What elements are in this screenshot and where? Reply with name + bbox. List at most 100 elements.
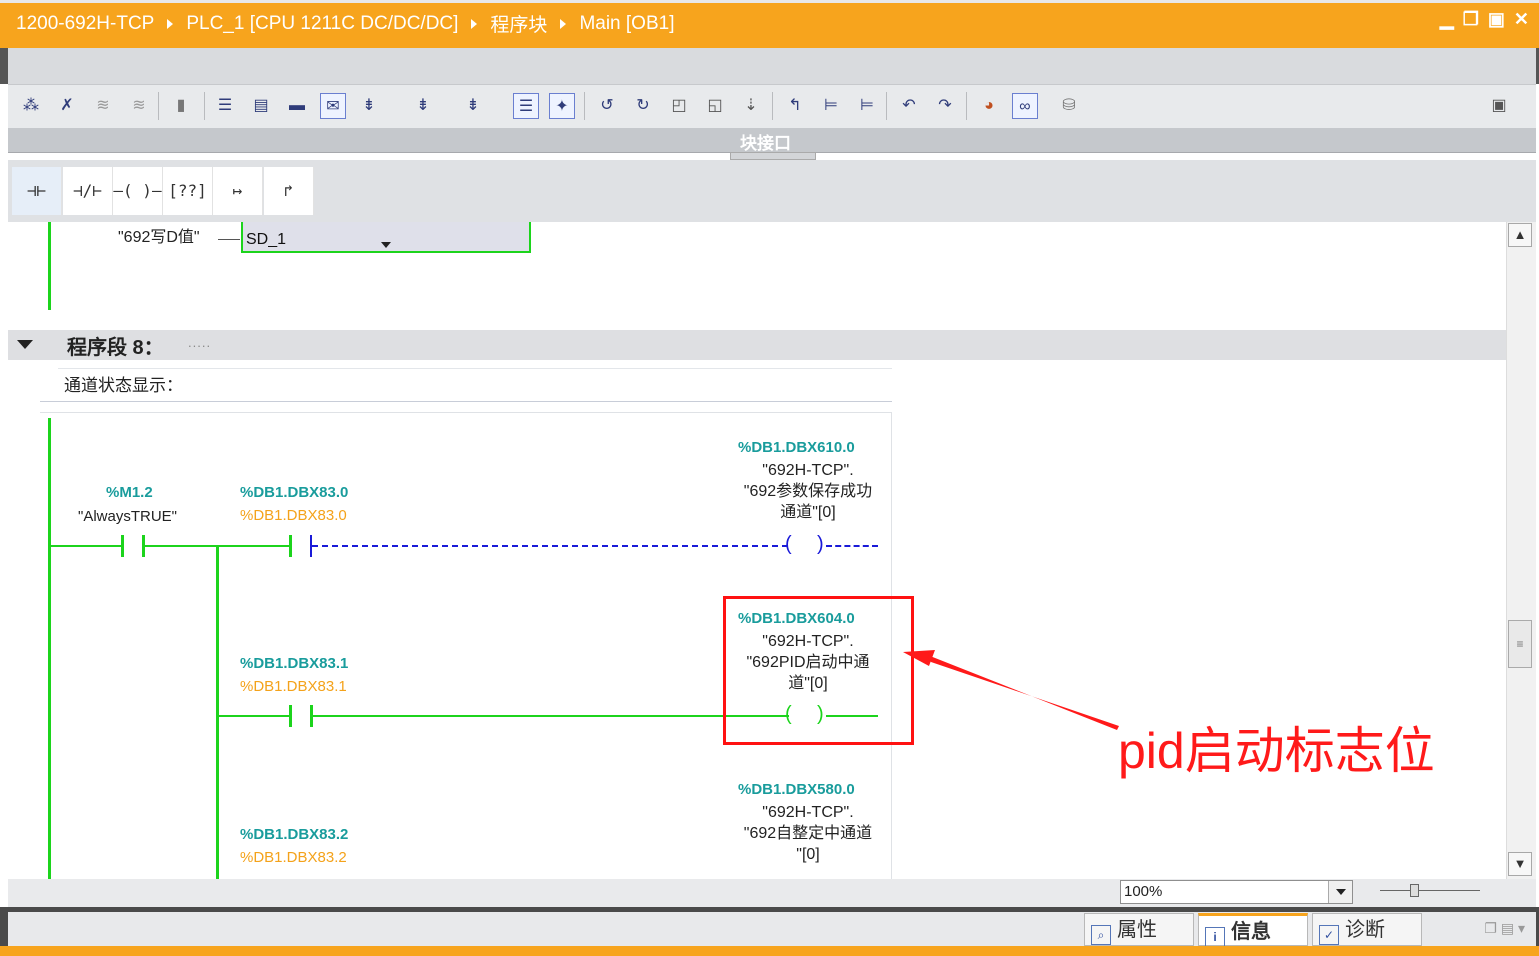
toolbar-separator xyxy=(772,92,773,120)
contact-symbol[interactable]: "AlwaysTRUE" xyxy=(78,506,177,527)
breakpoint-icon[interactable]: ⇣ xyxy=(738,93,764,119)
monitor-on-off-icon[interactable]: ∞ xyxy=(1012,93,1038,119)
network-title: 程序段 8： xyxy=(67,337,164,359)
contact-address[interactable]: %DB1.DBX83.0 xyxy=(240,484,348,501)
network-expand-icon[interactable]: ≋ xyxy=(126,93,152,119)
scroll-thumb[interactable]: ≡ xyxy=(1508,620,1532,668)
call-icon[interactable]: ⊨ xyxy=(818,93,844,119)
coil-address[interactable]: %DB1.DBX580.0 xyxy=(738,781,855,798)
view-icon[interactable]: ▬ xyxy=(284,93,310,119)
network-insert-icon[interactable]: ⁂ xyxy=(18,93,44,119)
panel-controls[interactable]: ❐ ▤ ▾ xyxy=(1484,920,1525,937)
info-icon: i xyxy=(1205,927,1225,947)
watch-icon[interactable]: ↶ xyxy=(896,93,922,119)
minimize-icon[interactable]: ▁ xyxy=(1440,9,1454,29)
outdent-icon[interactable]: ◱ xyxy=(702,93,728,119)
close-icon[interactable]: ✕ xyxy=(1514,9,1529,29)
toolbar-separator xyxy=(204,92,205,120)
editor-header-strip xyxy=(0,48,1539,84)
comment-icon[interactable]: ✉ xyxy=(320,93,346,119)
collapse-triangle-icon[interactable] xyxy=(17,340,33,349)
go-offline-icon[interactable]: ✦ xyxy=(549,93,575,119)
comment-divider xyxy=(58,368,892,369)
coil-symbol-line2: "692参数保存成功 xyxy=(743,483,873,500)
monitor-icon[interactable]: ⇟ xyxy=(410,93,436,119)
monitoring-icon[interactable]: ⊨ xyxy=(854,93,880,119)
vertical-scrollbar[interactable] xyxy=(1506,222,1536,879)
param-label: "692写D值" xyxy=(118,229,200,246)
contact-dbx831-left xyxy=(289,705,292,727)
block-interface-label[interactable]: 块接口 xyxy=(740,129,791,154)
zoom-dropdown-icon[interactable] xyxy=(1328,881,1352,903)
zoom-slider-knob[interactable] xyxy=(1410,884,1419,897)
bottom-accent-bar xyxy=(0,946,1539,956)
nc-contact-button[interactable]: ⊣/⊢ xyxy=(63,167,113,215)
breadcrumb-separator-icon xyxy=(167,18,174,29)
indent-icon[interactable]: ◰ xyxy=(666,93,692,119)
contact-address[interactable]: %M1.2 xyxy=(106,484,153,501)
step-icon[interactable]: ↰ xyxy=(782,93,808,119)
contact-dbx830-left xyxy=(289,535,292,557)
chevron-down-icon[interactable] xyxy=(381,242,391,248)
breadcrumb-main[interactable]: Main [OB1] xyxy=(579,13,674,35)
restore-icon[interactable]: ❐ xyxy=(1463,9,1479,29)
coil-symbol-line1: "692H-TCP". xyxy=(762,804,854,821)
network-delete-icon[interactable]: ✗ xyxy=(54,93,80,119)
left-power-rail xyxy=(48,418,51,879)
go-online-icon[interactable]: ☰ xyxy=(513,93,539,119)
breadcrumb-blocks[interactable]: 程序块 xyxy=(490,10,547,37)
tab-properties-label: 属性 xyxy=(1117,919,1157,941)
scroll-up-icon[interactable]: ▲ xyxy=(1508,223,1532,247)
maximize-icon[interactable]: ▣ xyxy=(1488,9,1505,29)
network-header[interactable] xyxy=(8,330,1506,360)
database-icon[interactable]: ⛁ xyxy=(1056,93,1082,119)
download-icon[interactable]: ↺ xyxy=(594,93,620,119)
diagnostics-icon: ✓ xyxy=(1319,925,1339,945)
contact-address[interactable]: %DB1.DBX83.1 xyxy=(240,655,348,672)
upload-icon[interactable]: ↻ xyxy=(630,93,656,119)
tab-diagnostics[interactable]: ✓ 诊断 xyxy=(1312,913,1422,946)
tab-info[interactable]: i 信息 xyxy=(1198,913,1308,947)
empty-box-button[interactable]: [??] xyxy=(163,167,213,215)
block-icon[interactable]: ▤ xyxy=(248,93,274,119)
coil-symbol-line3: "[0] xyxy=(796,846,820,863)
breadcrumb-separator-icon xyxy=(560,18,567,29)
toolbar-separator xyxy=(158,92,159,120)
network-comment[interactable]: 通道状态显示： xyxy=(64,371,183,396)
panel-layout-icon[interactable]: ▣ xyxy=(1486,93,1512,119)
open-branch-button[interactable]: ↦ xyxy=(213,167,263,215)
absolute-operands-icon[interactable]: ▮ xyxy=(168,93,194,119)
rung-wire-inactive xyxy=(312,545,788,547)
coil-address[interactable]: %DB1.DBX610.0 xyxy=(738,439,855,456)
tab-properties[interactable]: ⌕ 属性 xyxy=(1084,913,1194,946)
breadcrumb-separator-icon xyxy=(471,18,478,29)
contact-value: %DB1.DBX83.2 xyxy=(240,849,347,866)
watch2-icon[interactable]: ↷ xyxy=(932,93,958,119)
comment-divider xyxy=(40,401,892,402)
breadcrumb-project[interactable]: 1200-692H-TCP xyxy=(16,13,154,35)
coil-right-paren: ) xyxy=(817,533,824,555)
coil-symbol-line3: 通道"[0] xyxy=(780,504,836,521)
network-title-placeholder[interactable]: ..... xyxy=(188,335,211,350)
network-collapse-icon[interactable]: ≋ xyxy=(90,93,116,119)
contact-address[interactable]: %DB1.DBX83.2 xyxy=(240,826,348,843)
breadcrumb-plc[interactable]: PLC_1 [CPU 1211C DC/DC/DC] xyxy=(186,13,458,35)
splitter-handle[interactable] xyxy=(730,152,816,160)
zoom-slider[interactable] xyxy=(1380,890,1480,902)
favorites-icon[interactable]: ⇟ xyxy=(356,93,382,119)
zoom-value: 100% xyxy=(1124,883,1163,900)
no-contact-button[interactable]: ⊣⊢ xyxy=(12,167,62,215)
compare-icon[interactable]: ⇟ xyxy=(460,93,486,119)
highlight-box xyxy=(723,596,914,745)
layout-icon[interactable]: ◕ xyxy=(976,93,1002,119)
close-branch-button[interactable]: ↱ xyxy=(264,167,314,215)
rung-wire xyxy=(145,545,289,547)
coil-symbol-line1: "692H-TCP". xyxy=(762,462,854,479)
scroll-down-icon[interactable]: ▼ xyxy=(1508,852,1532,876)
list-icon[interactable]: ☰ xyxy=(212,93,238,119)
contact-m12-left xyxy=(121,535,124,557)
contact-value: %DB1.DBX83.0 xyxy=(240,507,347,524)
mode-selector-value: SD_1 xyxy=(246,231,287,248)
coil-button[interactable]: –( )– xyxy=(113,167,163,215)
arrow-shaft xyxy=(925,654,1119,730)
